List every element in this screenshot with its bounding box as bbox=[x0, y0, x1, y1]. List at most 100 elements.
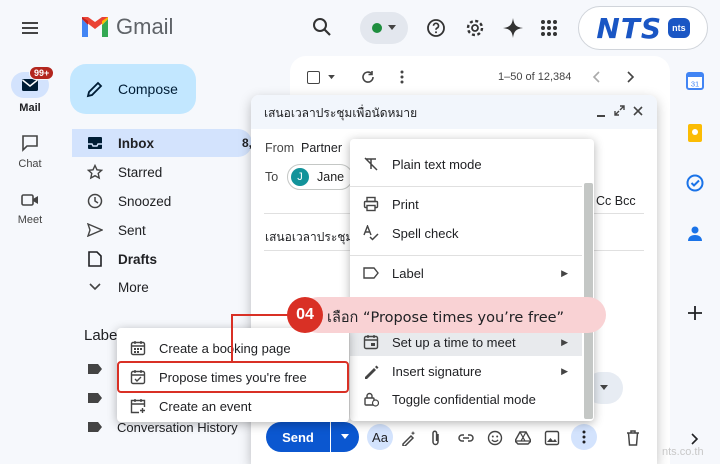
nts-badge: nts bbox=[668, 18, 690, 38]
callout-connector bbox=[231, 314, 233, 362]
menu-item-plain-text-mode[interactable]: Plain text mode bbox=[350, 150, 582, 178]
plain-text-icon bbox=[350, 156, 392, 172]
label-tag-icon bbox=[88, 393, 102, 403]
menu-item-label: Spell check bbox=[392, 225, 459, 241]
contacts-app-icon[interactable] bbox=[684, 222, 706, 244]
recipient-chip[interactable]: J Jane bbox=[287, 164, 353, 190]
draft-file-icon bbox=[88, 251, 102, 267]
emoji-icon[interactable] bbox=[485, 428, 505, 448]
search-icon[interactable] bbox=[312, 17, 332, 37]
menu-item-label: Insert signature bbox=[392, 363, 482, 379]
submenu-item-label: Create an event bbox=[159, 398, 252, 414]
tasks-app-icon[interactable] bbox=[684, 172, 706, 194]
settings-gear-icon[interactable] bbox=[465, 18, 485, 38]
compose-label: Compose bbox=[118, 81, 178, 97]
prev-page-icon[interactable] bbox=[592, 71, 600, 83]
submenu-arrow-icon: ▶ bbox=[561, 336, 568, 347]
menu-item-spell-check[interactable]: Spell check bbox=[350, 219, 582, 247]
help-icon[interactable] bbox=[426, 18, 446, 38]
print-icon bbox=[350, 196, 392, 212]
nav-sent[interactable]: Sent bbox=[72, 216, 252, 244]
apps-grid-icon[interactable] bbox=[540, 19, 558, 37]
menu-item-insert-signature[interactable]: Insert signature ▶ bbox=[350, 357, 582, 385]
status-selector[interactable] bbox=[360, 12, 408, 44]
gmail-logo[interactable]: Gmail bbox=[80, 14, 173, 40]
send-label: Send bbox=[282, 429, 314, 445]
add-app-icon[interactable] bbox=[684, 302, 706, 324]
menu-item-label: Label bbox=[392, 265, 424, 281]
rail-mail[interactable]: 99+ Mail bbox=[0, 66, 60, 114]
recipient-name: Jane bbox=[317, 170, 345, 184]
nav-drafts[interactable]: Drafts bbox=[72, 245, 252, 273]
close-icon[interactable] bbox=[633, 106, 643, 116]
expand-icon[interactable] bbox=[614, 105, 625, 116]
trash-icon[interactable] bbox=[623, 428, 643, 448]
insert-photo-icon[interactable] bbox=[542, 428, 562, 448]
more-options-button[interactable] bbox=[571, 424, 597, 450]
recipient-avatar: J bbox=[291, 168, 309, 186]
formatting-button[interactable]: Aa bbox=[367, 424, 393, 450]
gmail-m-icon bbox=[82, 17, 108, 37]
compose-button[interactable]: Compose bbox=[70, 64, 196, 114]
video-camera-icon bbox=[21, 194, 38, 206]
cc-bcc-link[interactable]: Cc Bcc bbox=[596, 194, 636, 208]
calendar-app-icon[interactable]: 31 bbox=[684, 70, 706, 92]
label-icon bbox=[350, 267, 392, 279]
to-label: To bbox=[265, 170, 279, 184]
menu-item-label: Set up a time to meet bbox=[392, 334, 516, 350]
account-logo[interactable]: NTS nts bbox=[578, 6, 708, 50]
gemini-sparkle-icon[interactable] bbox=[502, 17, 524, 39]
menu-item-label[interactable]: Label ▶ bbox=[350, 259, 582, 287]
drive-icon[interactable] bbox=[513, 428, 533, 448]
rail-meet[interactable]: Meet bbox=[0, 192, 60, 226]
rail-chat[interactable]: Chat bbox=[0, 134, 60, 170]
label-item[interactable]: Conversation History bbox=[117, 420, 238, 435]
nav-drafts-label: Drafts bbox=[118, 251, 158, 267]
menu-item-toggle-confidential-mode[interactable]: Toggle confidential mode bbox=[350, 385, 582, 413]
rail-mail-label: Mail bbox=[19, 102, 41, 114]
inbox-icon bbox=[88, 137, 102, 149]
submenu-item-label: Create a booking page bbox=[159, 340, 291, 356]
link-icon[interactable] bbox=[456, 428, 476, 448]
label-tag-icon bbox=[88, 364, 102, 374]
gmail-wordmark: Gmail bbox=[116, 14, 174, 39]
nav-snoozed-label: Snoozed bbox=[118, 193, 172, 209]
nav-starred[interactable]: Starred bbox=[72, 158, 252, 186]
nav-more[interactable]: More bbox=[72, 273, 252, 301]
star-icon bbox=[87, 164, 103, 180]
subject-field[interactable]: เสนอเวลาประชุม bbox=[265, 228, 353, 247]
more-vert-icon[interactable] bbox=[400, 70, 404, 84]
nav-snoozed[interactable]: Snoozed bbox=[72, 187, 252, 215]
ai-pen-icon[interactable] bbox=[399, 428, 419, 448]
chat-icon bbox=[22, 135, 38, 152]
pagination-range: 1–50 of 12,384 bbox=[498, 71, 572, 83]
send-icon bbox=[87, 223, 103, 237]
label-tag-icon bbox=[88, 422, 102, 432]
keep-app-icon[interactable] bbox=[684, 122, 706, 144]
submenu-item-create-an-event[interactable]: Create an event bbox=[117, 392, 349, 420]
submenu-item-create-a-booking-page[interactable]: Create a booking page bbox=[117, 334, 349, 362]
mail-icon bbox=[22, 79, 38, 91]
calendar-grid-icon bbox=[117, 340, 159, 356]
nav-inbox[interactable]: Inbox 8, bbox=[72, 129, 252, 157]
main-menu-icon[interactable] bbox=[20, 18, 40, 38]
menu-divider bbox=[350, 186, 582, 187]
attach-icon[interactable] bbox=[426, 428, 446, 448]
from-value[interactable]: Partner bbox=[301, 141, 342, 155]
mail-badge: 99+ bbox=[29, 66, 55, 80]
more-vert-icon bbox=[582, 430, 586, 444]
next-page-icon[interactable] bbox=[627, 71, 635, 83]
chevron-down-icon[interactable] bbox=[328, 75, 335, 80]
spell-check-icon bbox=[350, 225, 392, 241]
minimize-icon[interactable] bbox=[597, 115, 605, 117]
nav-more-label: More bbox=[118, 279, 149, 295]
send-button[interactable]: Send bbox=[266, 422, 330, 452]
menu-item-print[interactable]: Print bbox=[350, 190, 582, 218]
callout-text: เลือก “Propose times you’re free” bbox=[327, 310, 565, 326]
select-checkbox[interactable] bbox=[307, 71, 320, 84]
submenu-arrow-icon: ▶ bbox=[561, 365, 568, 376]
submenu-arrow-icon: ▶ bbox=[561, 267, 568, 278]
refresh-icon[interactable] bbox=[361, 70, 375, 84]
nts-logo-text: NTS bbox=[596, 11, 663, 45]
watermark: nts.co.th bbox=[662, 446, 704, 458]
